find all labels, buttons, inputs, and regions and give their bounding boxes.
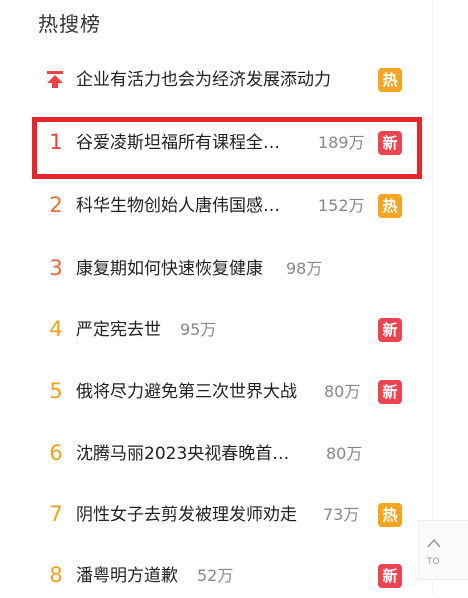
rank-number: 6 bbox=[49, 441, 63, 465]
pin-top-icon bbox=[47, 71, 63, 88]
list-item-text: 严定宪去世 bbox=[76, 320, 161, 340]
new-badge: 新 bbox=[378, 131, 402, 155]
heat-count: 52万 bbox=[197, 566, 234, 585]
rank-number: 2 bbox=[49, 193, 63, 217]
rank-number: 3 bbox=[49, 256, 63, 280]
hot-search-list: 企业有活力也会为经济发展添动力 热 1 谷爱凌斯坦福所有课程全… 189万 新 … bbox=[0, 0, 468, 594]
rank-number: 1 bbox=[49, 130, 63, 154]
rank-number: 5 bbox=[49, 379, 63, 403]
heat-count: 95万 bbox=[180, 320, 217, 339]
list-item[interactable]: 7 阴性女子去剪发被理发师劝走 73万 热 bbox=[0, 493, 420, 537]
list-item-text: 康复期如何快速恢复健康 bbox=[76, 259, 263, 279]
rank-number: 8 bbox=[49, 563, 63, 587]
list-item-text: 阴性女子去剪发被理发师劝走 bbox=[76, 505, 297, 525]
list-item[interactable]: 5 俄将尽力避免第三次世界大战 80万 新 bbox=[0, 370, 420, 414]
list-item-text: 俄将尽力避免第三次世界大战 bbox=[76, 382, 297, 402]
new-badge: 新 bbox=[378, 564, 402, 588]
list-item-text: 谷爱凌斯坦福所有课程全… bbox=[76, 133, 280, 153]
list-item-text: 沈腾马丽2023央视春晚首… bbox=[76, 444, 290, 464]
list-item-text: 科华生物创始人唐伟国感… bbox=[76, 196, 280, 216]
divider bbox=[432, 0, 433, 594]
hot-badge: 热 bbox=[378, 194, 402, 218]
list-item-pinned[interactable]: 企业有活力也会为经济发展添动力 热 bbox=[0, 58, 420, 102]
hot-search-panel: 热搜榜 企业有活力也会为经济发展添动力 热 1 谷爱凌斯坦福所有课程全… 189… bbox=[0, 0, 468, 594]
heat-count: 80万 bbox=[326, 444, 363, 463]
heat-count: 80万 bbox=[324, 382, 361, 401]
heat-count: 73万 bbox=[323, 505, 360, 524]
list-item[interactable]: 1 谷爱凌斯坦福所有课程全… 189万 新 bbox=[0, 121, 420, 165]
list-item-text: 潘粤明方道歉 bbox=[76, 566, 178, 586]
hot-badge: 热 bbox=[378, 68, 402, 92]
rank-number: 4 bbox=[49, 317, 63, 341]
list-item[interactable]: 6 沈腾马丽2023央视春晚首… 80万 bbox=[0, 432, 420, 476]
hot-badge: 热 bbox=[378, 503, 402, 527]
list-item-text: 企业有活力也会为经济发展添动力 bbox=[76, 70, 331, 90]
list-item[interactable]: 2 科华生物创始人唐伟国感… 152万 热 bbox=[0, 184, 420, 228]
back-to-top-label: TO bbox=[427, 557, 440, 567]
list-item[interactable]: 4 严定宪去世 95万 新 bbox=[0, 308, 420, 352]
list-item[interactable]: 8 潘粤明方道歉 52万 新 bbox=[0, 554, 420, 598]
rank-number: 7 bbox=[49, 502, 63, 526]
new-badge: 新 bbox=[378, 380, 402, 404]
new-badge: 新 bbox=[378, 318, 402, 342]
arrow-up-icon bbox=[427, 538, 441, 548]
heat-count: 152万 bbox=[318, 196, 365, 215]
heat-count: 189万 bbox=[318, 133, 365, 152]
list-item[interactable]: 3 康复期如何快速恢复健康 98万 bbox=[0, 247, 420, 291]
back-to-top-button[interactable]: TO bbox=[418, 520, 468, 580]
heat-count: 98万 bbox=[286, 259, 323, 278]
